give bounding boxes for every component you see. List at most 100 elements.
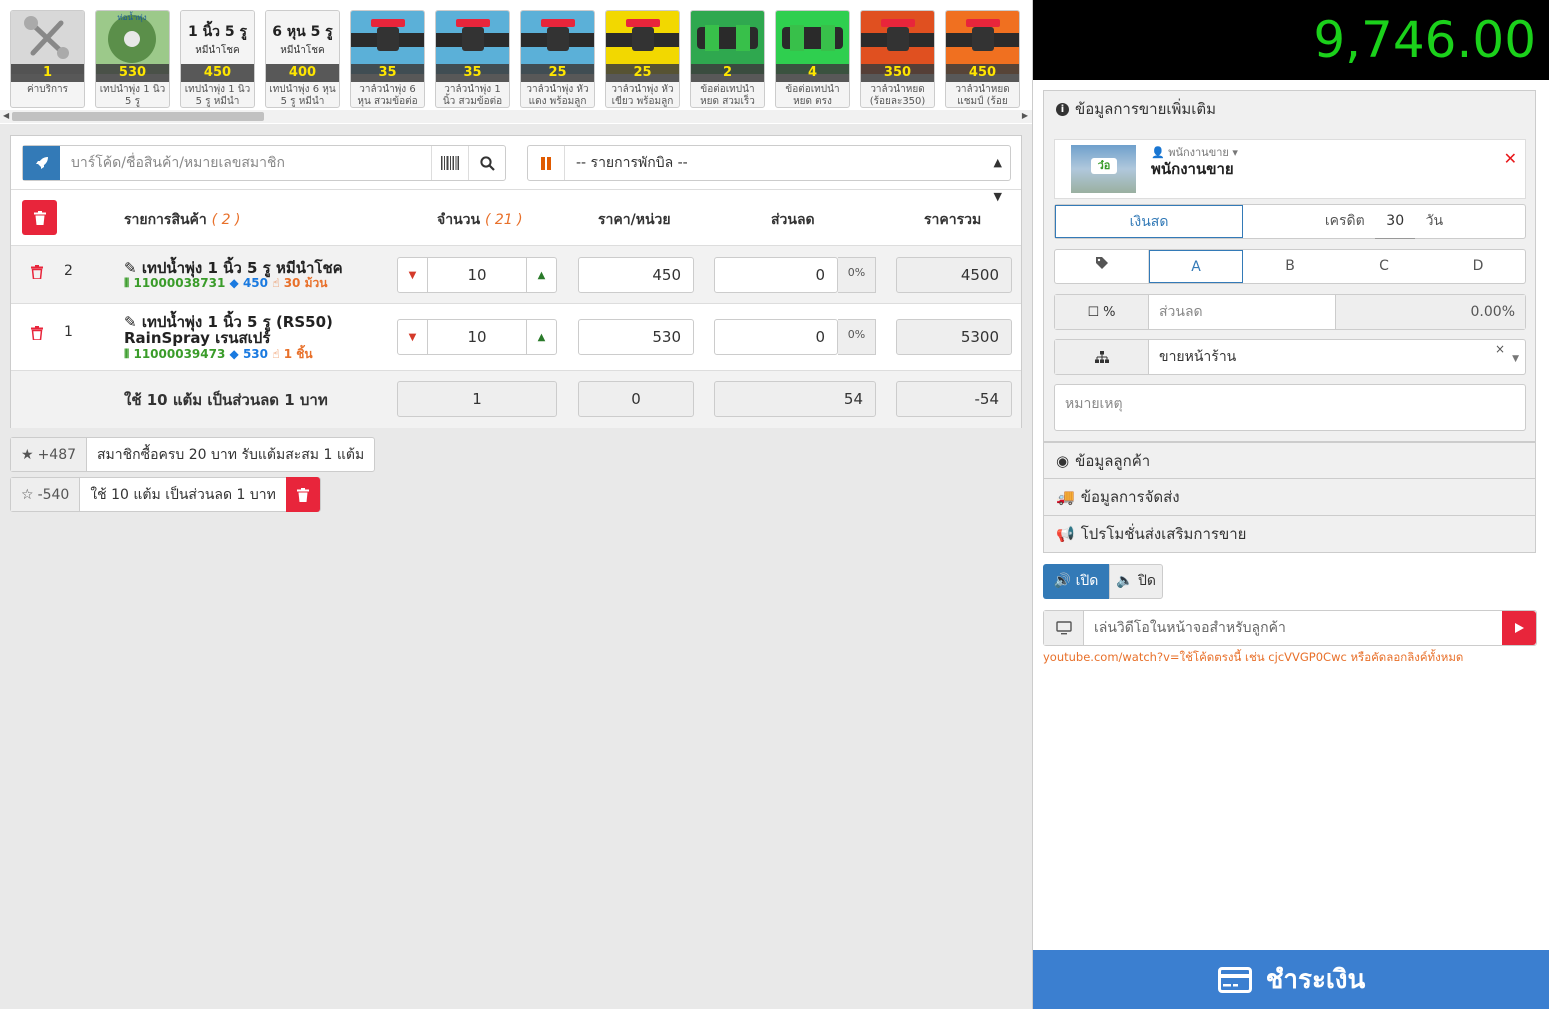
rocket-icon[interactable] bbox=[23, 146, 60, 180]
credit-days-input[interactable]: 30 bbox=[1375, 205, 1416, 239]
edit-icon[interactable]: ✎ bbox=[124, 259, 137, 277]
customer-info-header[interactable]: ◉ ข้อมูลลูกค้า bbox=[1043, 442, 1536, 479]
product-strip-scrollbar[interactable]: ◀ ▶ bbox=[0, 110, 1032, 123]
staff-card[interactable]: ว๋อ 👤 พนักงานขาย ▾ พนักงานขาย ✕ bbox=[1054, 139, 1526, 199]
price-level-c[interactable]: C bbox=[1337, 250, 1431, 283]
payment-type-toggle: เงินสด เครดิต 30 วัน bbox=[1054, 204, 1526, 239]
star-filled-icon: ★ bbox=[21, 446, 34, 463]
row-total: 5300 bbox=[896, 319, 1012, 355]
qty-decrease-icon[interactable]: ▼ bbox=[398, 258, 428, 292]
scroll-left-arrow-icon[interactable]: ◀ bbox=[3, 111, 9, 120]
product-tile[interactable]: 450 วาล์วน้ำหยด แชมป์ (ร้อย bbox=[945, 10, 1020, 108]
product-tile[interactable]: 35 วาล์วน้ำพุ่ง 1 นิ้ว สวมข้อต่อ bbox=[435, 10, 510, 108]
product-tile[interactable]: 350 วาล์วน้ำหยด (ร้อยละ350) bbox=[860, 10, 935, 108]
discount-percent-addon[interactable]: 0% bbox=[838, 319, 876, 355]
pay-button[interactable]: ชำระเงิน bbox=[1033, 950, 1549, 1009]
clear-icon[interactable]: × bbox=[1495, 332, 1505, 366]
credit-option[interactable]: เครดิต 30 วัน bbox=[1243, 205, 1525, 239]
search-input[interactable] bbox=[60, 146, 431, 180]
product-tile[interactable]: 1 ค่าบริการ bbox=[10, 10, 85, 108]
price-level-b[interactable]: B bbox=[1243, 250, 1337, 283]
sound-off-button[interactable]: 🔈 ปิด bbox=[1109, 564, 1163, 599]
sales-channel-select[interactable]: ขายหน้าร้าน × ▼ bbox=[1149, 340, 1525, 374]
play-video-button[interactable] bbox=[1502, 611, 1536, 645]
pause-icon[interactable] bbox=[528, 146, 565, 180]
trash-icon bbox=[33, 210, 46, 225]
product-tile[interactable]: ท่อน้ำพุ่ง 530 เทปน้ำพุ่ง 1 นิ้ว 5 รู bbox=[95, 10, 170, 108]
qty-decrease-icon[interactable]: ▼ bbox=[398, 320, 428, 354]
qty-input[interactable]: 10 bbox=[428, 258, 526, 292]
bill-discount-input[interactable]: ส่วนลด bbox=[1149, 295, 1336, 329]
staff-name: พนักงานขาย bbox=[1151, 160, 1234, 178]
product-tile[interactable]: 2 ข้อต่อเทปน้ำหยด สวมเร็ว bbox=[690, 10, 765, 108]
tag-icon bbox=[1055, 250, 1149, 283]
price-level-d[interactable]: D bbox=[1431, 250, 1525, 283]
remove-points-button[interactable] bbox=[285, 477, 320, 512]
sales-channel-field: ขายหน้าร้าน × ▼ bbox=[1054, 339, 1526, 375]
volume-off-icon: 🔈 bbox=[1116, 573, 1134, 589]
qty-increase-icon[interactable]: ▲ bbox=[526, 320, 556, 354]
notes-textarea[interactable]: หมายเหตุ bbox=[1054, 384, 1526, 431]
product-tile-name: ค่าบริการ bbox=[26, 84, 69, 95]
search-bar bbox=[22, 145, 506, 181]
price-level-a[interactable]: A bbox=[1149, 250, 1243, 283]
qty-count: ( 21 ) bbox=[484, 212, 523, 228]
sitemap-icon bbox=[1055, 340, 1149, 374]
scrollbar-thumb[interactable] bbox=[12, 112, 264, 121]
points-used-value: -540 bbox=[37, 486, 70, 503]
truck-icon: 🚚 bbox=[1056, 488, 1075, 506]
points-earned-badge: ★ +487 สมาชิกซื้อครบ 20 บาท รับแต้มสะสม 1… bbox=[10, 437, 376, 472]
redeem-discount: 54 bbox=[714, 381, 876, 417]
qty-input[interactable]: 10 bbox=[428, 320, 526, 354]
product-tile[interactable]: 6 หุน 5 รู หมีนำโชค 400 เทปน้ำพุ่ง 6 หุน 5 … bbox=[265, 10, 340, 108]
delete-row-icon[interactable] bbox=[30, 326, 44, 340]
points-earned-value: +487 bbox=[37, 446, 77, 463]
bill-discount-field: ☐ % ส่วนลด 0.00% bbox=[1054, 294, 1526, 330]
product-price-tag: 530 bbox=[242, 347, 268, 361]
product-stock-count: 450 bbox=[946, 64, 1019, 82]
monitor-icon bbox=[1044, 611, 1084, 645]
order-area: 1 ค่าบริการ ท่อน้ำพุ่ง 530 เทปน้ำพุ่ง 1 นิ้ว… bbox=[0, 0, 1032, 1009]
svg-text:ท่อน้ำพุ่ง: ท่อน้ำพุ่ง bbox=[117, 11, 146, 22]
customer-video-bar: เล่นวิดีโอในหน้าจอสำหรับลูกค้า bbox=[1043, 610, 1537, 646]
sales-info-header[interactable]: i ข้อมูลการขายเพิ่มเติม bbox=[1044, 91, 1535, 128]
delete-all-button[interactable] bbox=[22, 200, 57, 235]
col-discount-header: ส่วนลด bbox=[771, 212, 815, 228]
search-icon[interactable] bbox=[468, 146, 505, 180]
star-outline-icon: ☆ bbox=[21, 486, 34, 503]
barcode-icon[interactable] bbox=[431, 146, 468, 180]
unit-price-input[interactable]: 530 bbox=[578, 319, 694, 355]
product-tile[interactable]: 25 วาล์วน้ำพุ่ง หัวแดง พร้อมลูก bbox=[520, 10, 595, 108]
redeem-total: -54 bbox=[896, 381, 1012, 417]
product-name[interactable]: ✎ เทปน้ำพุ่ง 1 นิ้ว 5 รู (RS50) RainSpra… bbox=[124, 314, 333, 346]
checkout-sidebar: 9,746.00 i ข้อมูลการขายเพิ่มเติม ว๋อ 👤 พ… bbox=[1032, 0, 1549, 1009]
shipping-info-header[interactable]: 🚚 ข้อมูลการจัดส่ง bbox=[1043, 479, 1536, 516]
product-tile[interactable]: 35 วาล์วน้ำพุ่ง 6 หุน สวมข้อต่อ bbox=[350, 10, 425, 108]
points-used-text: ใช้ 10 แต้ม เป็นส่วนลด 1 บาท bbox=[90, 486, 276, 503]
quantity-stepper: ▼ 10 ▲ bbox=[397, 319, 557, 355]
discount-input[interactable]: 0 bbox=[714, 319, 838, 355]
discount-percent-checkbox[interactable]: ☐ % bbox=[1055, 295, 1149, 329]
unit-price-input[interactable]: 450 bbox=[578, 257, 694, 293]
delete-row-icon[interactable] bbox=[30, 265, 44, 279]
hold-bill-dropdown[interactable]: -- รายการพักบิล -- ▲ ▼ bbox=[565, 146, 1010, 203]
qty-increase-icon[interactable]: ▲ bbox=[526, 258, 556, 292]
product-tile[interactable]: 1 นิ้ว 5 รู หมีนำโชค 450 เทปน้ำพุ่ง 1 นิ้ว … bbox=[180, 10, 255, 108]
discount-percent-addon[interactable]: 0% bbox=[838, 257, 876, 293]
product-tile[interactable]: 4 ข้อต่อเทปน้ำหยด ตรง bbox=[775, 10, 850, 108]
promotion-header[interactable]: 📢 โปรโมชั่นส่งเสริมการขาย bbox=[1043, 516, 1536, 553]
scroll-right-arrow-icon[interactable]: ▶ bbox=[1022, 111, 1028, 120]
product-stock-count: 35 bbox=[436, 64, 509, 82]
product-tile[interactable]: 25 วาล์วน้ำพุ่ง หัวเขียว พร้อมลูก bbox=[605, 10, 680, 108]
product-stock-count: 1 bbox=[11, 64, 84, 82]
caret-down-icon[interactable]: ▼ bbox=[1512, 342, 1519, 376]
cash-option[interactable]: เงินสด bbox=[1055, 205, 1243, 238]
close-icon[interactable]: ✕ bbox=[1504, 149, 1517, 168]
product-tile-name: ข้อต่อเทปน้ำหยด ตรง bbox=[785, 84, 840, 107]
video-url-input[interactable]: เล่นวิดีโอในหน้าจอสำหรับลูกค้า bbox=[1084, 611, 1502, 645]
sound-on-button[interactable]: 🔊 เปิด bbox=[1043, 564, 1109, 599]
discount-input[interactable]: 0 bbox=[714, 257, 838, 293]
product-strip: 1 ค่าบริการ ท่อน้ำพุ่ง 530 เทปน้ำพุ่ง 1 นิ้ว… bbox=[0, 0, 1032, 124]
hold-bill-select[interactable]: -- รายการพักบิล -- ▲ ▼ bbox=[527, 145, 1011, 203]
product-name[interactable]: ✎ เทปน้ำพุ่ง 1 นิ้ว 5 รู หมีนำโชค bbox=[124, 260, 343, 276]
